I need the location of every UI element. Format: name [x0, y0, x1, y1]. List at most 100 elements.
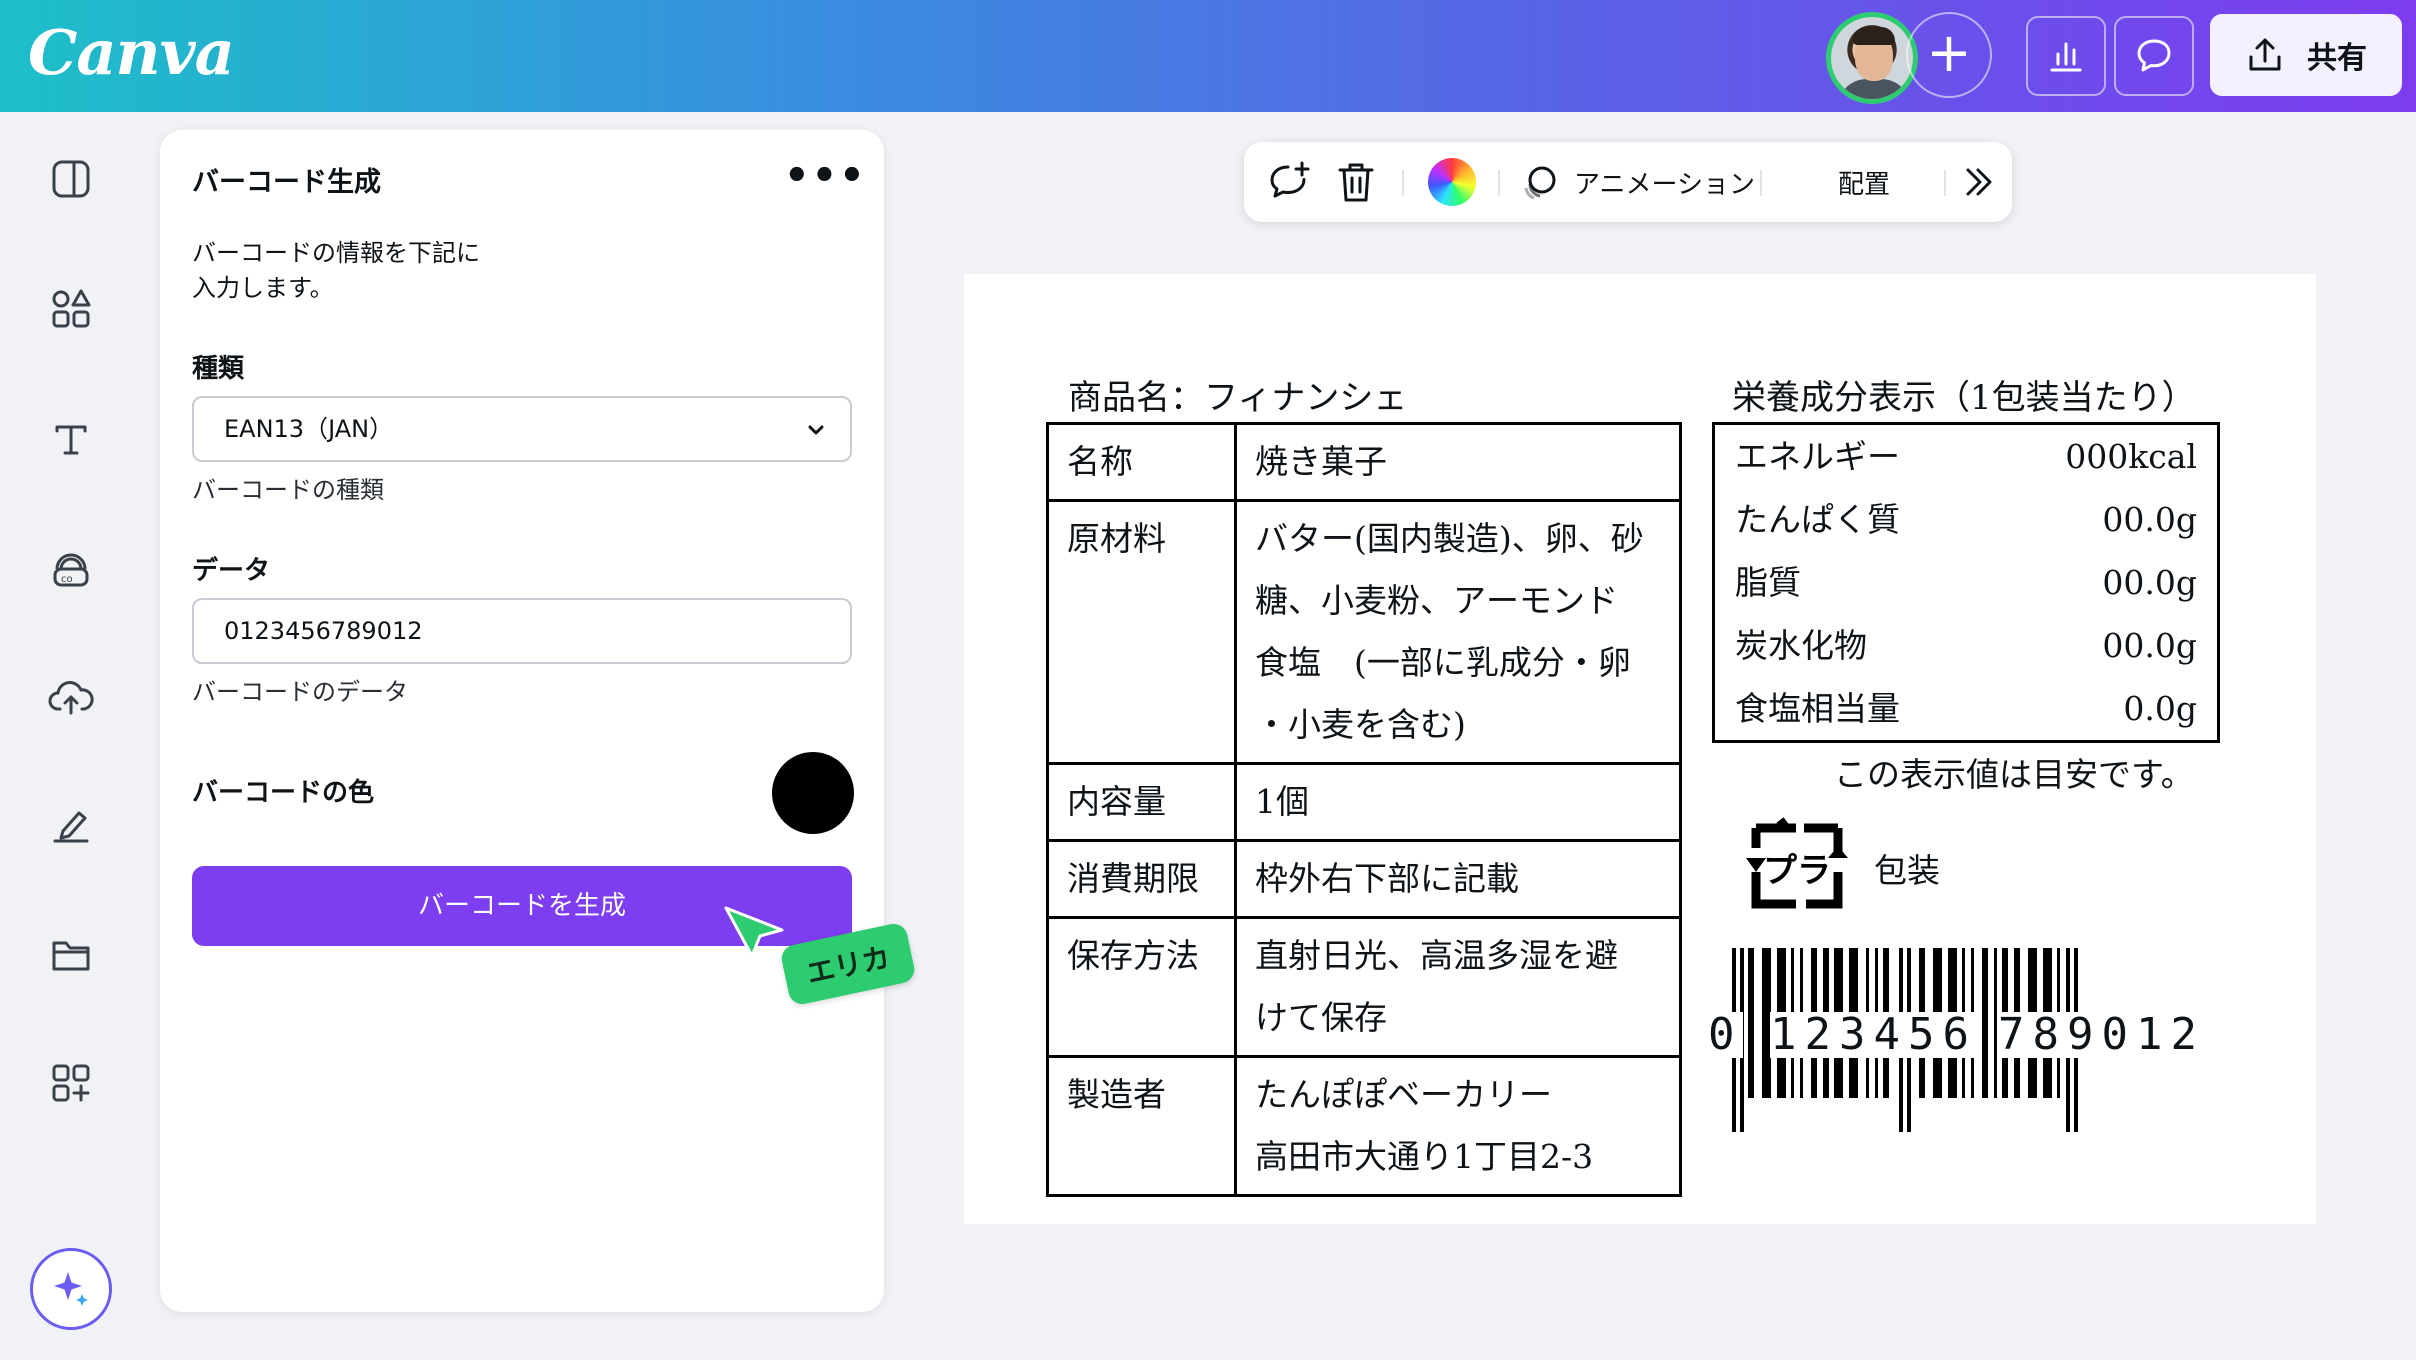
animation-icon — [1524, 166, 1556, 200]
color-label: バーコードの色 — [192, 778, 375, 808]
more-tools-button[interactable] — [1960, 142, 1996, 222]
product-info-row: 消費期限 枠外右下部に記載 — [1046, 839, 1682, 919]
product-info-value: 1個 — [1234, 762, 1682, 842]
nutrition-row: 炭水化物 00.0g — [1715, 614, 2217, 677]
more-options-button[interactable]: ••• — [784, 156, 867, 196]
nutrition-value: 00.0g — [2102, 500, 2197, 539]
uploads-icon[interactable] — [46, 672, 96, 722]
comment-add-button[interactable] — [1266, 142, 1312, 222]
barcode-color-swatch[interactable] — [772, 752, 854, 834]
canva-logo[interactable]: Canva — [28, 16, 235, 89]
plastic-recycle-icon: プラ — [1746, 817, 1848, 909]
product-info-line: 高田市大通り1丁目2-3 — [1255, 1137, 1594, 1176]
barcode-panel: バーコード生成 ••• バーコードの情報を下記に 入力します。 種類 EAN13… — [160, 130, 884, 1312]
type-hint: バーコードの種類 — [192, 476, 384, 504]
product-info-key: 内容量 — [1046, 762, 1237, 842]
type-select[interactable]: EAN13（JAN） — [192, 396, 852, 462]
delete-button[interactable] — [1336, 142, 1376, 222]
magic-button[interactable] — [30, 1248, 112, 1330]
product-info-key: 名称 — [1046, 422, 1237, 502]
upload-icon — [2249, 38, 2281, 71]
nutrition-name: エネルギー — [1735, 437, 1900, 476]
product-info-row: 名称 焼き菓子 — [1046, 422, 1682, 502]
design-icon[interactable] — [46, 154, 96, 204]
type-label: 種類 — [192, 354, 245, 384]
magic-icon — [54, 1272, 88, 1306]
color-picker-button[interactable] — [1428, 142, 1476, 222]
product-info-row: 製造者 たんぽぽベーカリー高田市大通り1丁目2-3 — [1046, 1055, 1682, 1197]
product-info-line: けて保存 — [1255, 998, 1387, 1037]
product-info-value: たんぽぽベーカリー高田市大通り1丁目2-3 — [1234, 1055, 1682, 1197]
product-info-line: ・小麦を含む) — [1255, 705, 1466, 744]
toolbar-separator — [1944, 170, 1946, 196]
chevron-down-icon — [808, 425, 824, 435]
data-label: データ — [192, 556, 271, 586]
product-info-row: 内容量 1個 — [1046, 762, 1682, 842]
product-info-value: 焼き菓子 — [1234, 422, 1682, 502]
product-info-key: 保存方法 — [1046, 916, 1237, 1058]
insights-button[interactable] — [2026, 16, 2106, 96]
barcode-digit-first: 0 — [1708, 1009, 1743, 1060]
brand-icon[interactable]: co — [46, 544, 96, 594]
nutrition-name: たんぱく質 — [1735, 500, 1900, 539]
product-info-table: 名称 焼き菓子 原材料 バター(国内製造)、卵、砂 糖、小麦粉、アーモンド 食塩 (一部に… — [1046, 422, 1682, 1197]
nutrition-name: 炭水化物 — [1735, 626, 1867, 665]
product-info-value: バター(国内製造)、卵、砂 糖、小麦粉、アーモンド 食塩 (一部に乳成分・卵 ・小麦を… — [1234, 499, 1682, 765]
element-toolbar: アニメーション 配置 — [1244, 142, 2012, 222]
bar-chart-icon — [2050, 42, 2082, 72]
color-wheel-icon — [1428, 158, 1476, 206]
position-label: 配置 — [1838, 169, 1891, 200]
nutrition-value: 00.0g — [2102, 563, 2197, 602]
toolbar-separator — [1498, 170, 1500, 196]
type-select-value: EAN13（JAN） — [224, 415, 394, 443]
product-info-key: 製造者 — [1046, 1055, 1237, 1197]
svg-text:co: co — [61, 574, 73, 585]
nutrition-name: 脂質 — [1735, 563, 1801, 602]
text-icon[interactable] — [46, 414, 96, 464]
nutrition-table: エネルギー 000kcal たんぱく質 00.0g 脂質 00.0g 炭水化物 00.0g 食塩… — [1712, 422, 2220, 743]
product-info-row: 保存方法 直射日光、高温多湿を避 けて保存 — [1046, 916, 1682, 1058]
invite-plus-button[interactable]: + — [1906, 12, 1992, 98]
product-info-line: 直射日光、高温多湿を避 — [1255, 936, 1618, 975]
panel-title: バーコード生成 — [192, 167, 381, 198]
barcode-digits-left: 123456 — [1770, 1009, 1977, 1060]
draw-icon[interactable] — [46, 800, 96, 850]
user-avatar[interactable] — [1826, 12, 1918, 104]
nutrition-title: 栄養成分表示（1包装当たり） — [1732, 378, 2196, 418]
position-button[interactable]: 配置 — [1838, 142, 1890, 222]
product-info-line: 食塩 (一部に乳成分・卵 — [1255, 643, 1631, 682]
data-input[interactable]: 0123456789012 — [192, 598, 852, 664]
product-info-line: たんぽぽベーカリー — [1255, 1075, 1552, 1114]
animation-button[interactable]: アニメーション — [1520, 142, 1755, 222]
nutrition-value: 000kcal — [2065, 437, 2197, 476]
barcode-bar — [1748, 948, 1754, 1098]
data-hint: バーコードのデータ — [192, 678, 408, 706]
product-info-line: 焼き菓子 — [1255, 442, 1387, 481]
description-line-1: バーコードの情報を下記に — [192, 239, 480, 267]
nutrition-row: たんぱく質 00.0g — [1715, 488, 2217, 551]
recycle-label: 包装 — [1874, 851, 1940, 890]
nutrition-row: 脂質 00.0g — [1715, 551, 2217, 614]
apps-icon[interactable] — [46, 1058, 96, 1108]
barcode-bar — [1994, 948, 1997, 1098]
product-title: 商品名：フィナンシェ — [1068, 378, 1408, 418]
product-info-line: 枠外右下部に記載 — [1255, 859, 1519, 898]
design-page[interactable]: 商品名：フィナンシェ 名称 焼き菓子 原材料 バター(国内製造)、卵、砂 糖、小麦粉、ア… — [964, 274, 2316, 1224]
elements-icon[interactable] — [46, 284, 96, 334]
nutrition-row: 食塩相当量 0.0g — [1715, 677, 2217, 740]
product-info-line: 糖、小麦粉、アーモンド — [1255, 581, 1618, 620]
trash-icon — [1338, 163, 1374, 202]
projects-icon[interactable] — [46, 930, 96, 980]
comments-button[interactable] — [2114, 16, 2194, 96]
left-rail: co — [0, 112, 142, 1360]
product-info-line: バター(国内製造)、卵、砂 — [1255, 519, 1644, 558]
barcode-bar — [1982, 948, 1988, 1098]
share-button[interactable]: 共有 — [2210, 14, 2402, 96]
comment-icon — [2137, 39, 2171, 72]
recycle-mark: プラ — [1763, 851, 1831, 891]
nutrition-note: この表示値は目安です。 — [1834, 755, 2194, 794]
barcode-digits-right: 789012 — [1998, 1009, 2205, 1060]
product-info-line: 1個 — [1255, 782, 1309, 821]
comment-add-icon — [1270, 161, 1310, 198]
nutrition-value: 00.0g — [2102, 626, 2197, 665]
